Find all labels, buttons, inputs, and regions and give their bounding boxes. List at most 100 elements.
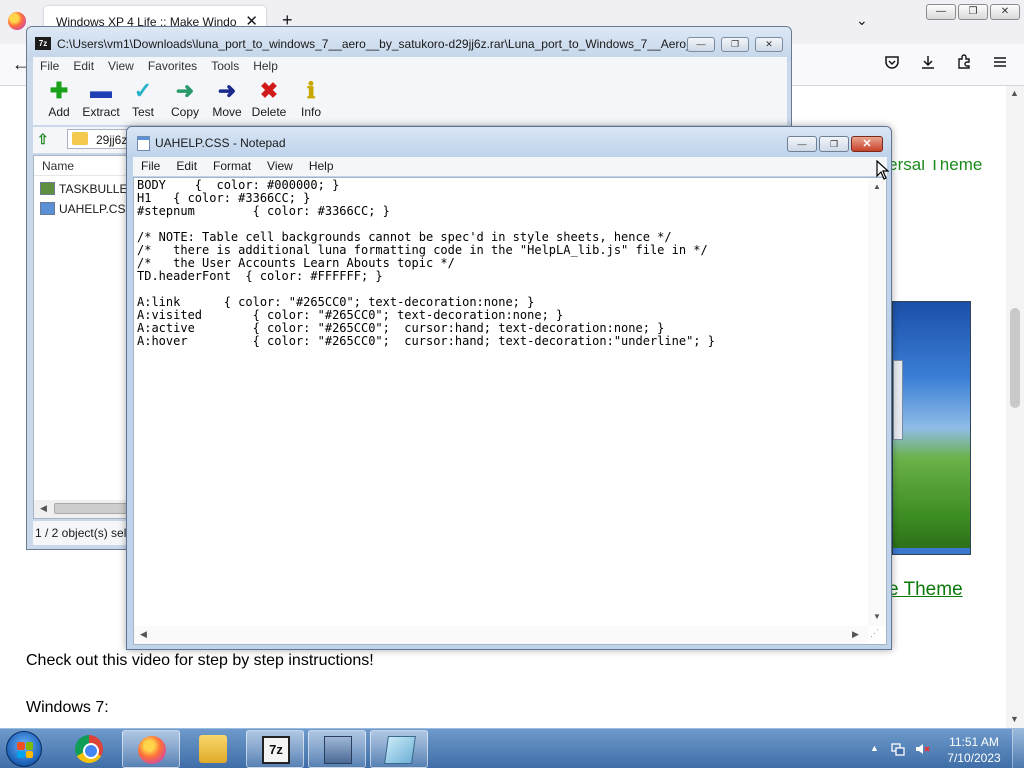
info-label: Info bbox=[300, 105, 321, 119]
info-icon: ℹ bbox=[306, 78, 316, 103]
clock-time: 11:51 AM bbox=[949, 735, 999, 749]
page-scroll-thumb[interactable] bbox=[1010, 308, 1020, 408]
resize-grip-icon[interactable]: ⋰ bbox=[870, 628, 884, 642]
firefox-icon bbox=[8, 12, 26, 30]
7zip-menu-help[interactable]: Help bbox=[246, 57, 285, 75]
notepad-menu-help[interactable]: Help bbox=[301, 157, 342, 176]
copy-label: Copy bbox=[170, 105, 199, 119]
browser-window-controls: — ❐ ✕ bbox=[926, 4, 1020, 20]
move-button[interactable]: ➜ Move bbox=[205, 78, 249, 120]
css-file-icon bbox=[40, 202, 55, 215]
7zip-maximize-button[interactable]: ❐ bbox=[721, 37, 749, 52]
notepad-menu-view[interactable]: View bbox=[259, 157, 301, 176]
notepad-maximize-button[interactable]: ❐ bbox=[819, 136, 849, 152]
notepad-title: UAHELP.CSS - Notepad bbox=[155, 136, 286, 150]
notepad-text-area[interactable]: BODY { color: #000000; } H1 { color: #33… bbox=[133, 177, 887, 645]
notepad-menu-format[interactable]: Format bbox=[205, 157, 259, 176]
browser-close-button[interactable]: ✕ bbox=[990, 4, 1020, 20]
taskbar-notepad-button[interactable] bbox=[370, 730, 428, 768]
column-name-header[interactable]: Name bbox=[42, 159, 74, 173]
extract-button[interactable]: ▬ Extract bbox=[79, 78, 123, 120]
network-icon[interactable] bbox=[890, 741, 906, 757]
windows-logo-icon bbox=[17, 742, 33, 758]
7zip-titlebar[interactable]: 7z C:\Users\vm1\Downloads\luna_port_to_w… bbox=[27, 27, 791, 61]
show-desktop-button[interactable] bbox=[1012, 729, 1024, 768]
scroll-up-icon[interactable]: ▲ bbox=[873, 182, 881, 191]
notepad-horizontal-scrollbar[interactable]: ◀ ▶ bbox=[134, 626, 868, 644]
notepad-minimize-button[interactable]: — bbox=[787, 136, 817, 152]
page-scrollbar[interactable]: ▲ ▼ bbox=[1006, 86, 1024, 728]
test-icon: ✓ bbox=[133, 78, 153, 103]
scroll-left-icon[interactable]: ◀ bbox=[140, 629, 147, 640]
7zip-close-button[interactable]: ✕ bbox=[755, 37, 783, 52]
image-file-icon bbox=[40, 182, 55, 195]
7zip-title: C:\Users\vm1\Downloads\luna_port_to_wind… bbox=[57, 37, 710, 51]
video-instructions-text: Check out this video for step by step in… bbox=[26, 652, 374, 669]
start-button[interactable] bbox=[6, 731, 42, 767]
system-clock[interactable]: 11:51 AM 7/10/2023 bbox=[944, 734, 1004, 766]
extract-icon: ▬ bbox=[90, 78, 112, 103]
extensions-icon[interactable] bbox=[956, 54, 972, 75]
volume-muted-icon[interactable] bbox=[914, 741, 930, 757]
windows7-heading: Windows 7: bbox=[26, 699, 109, 716]
notepad-close-button[interactable]: ✕ bbox=[851, 136, 883, 152]
theme-screenshot-image bbox=[892, 301, 971, 555]
notepad-vertical-scrollbar[interactable]: ▲ ▼ bbox=[868, 178, 886, 626]
test-label: Test bbox=[131, 105, 154, 119]
mouse-cursor-icon bbox=[876, 159, 890, 183]
chrome-icon bbox=[75, 735, 103, 763]
notepad-menu-edit[interactable]: Edit bbox=[168, 157, 205, 176]
browser-restore-button[interactable]: ❐ bbox=[958, 4, 988, 20]
7zip-menu-favorites[interactable]: Favorites bbox=[141, 57, 204, 75]
scroll-down-icon[interactable]: ▼ bbox=[873, 612, 881, 621]
image-window bbox=[893, 360, 903, 440]
delete-label: Delete bbox=[251, 105, 287, 119]
taskbar-chrome-button[interactable] bbox=[60, 730, 118, 768]
taskbar-7zip-button[interactable]: 7z bbox=[246, 730, 304, 768]
taskbar-firefox-button[interactable] bbox=[122, 730, 180, 768]
pocket-icon[interactable] bbox=[884, 54, 900, 75]
7zip-menu-edit[interactable]: Edit bbox=[66, 57, 101, 75]
folder-up-icon[interactable]: ⇧ bbox=[37, 131, 55, 149]
file-explorer-icon bbox=[199, 735, 227, 763]
notepad-menubar: File Edit Format View Help bbox=[133, 157, 887, 176]
notepad-app-icon bbox=[137, 136, 150, 151]
taskbar-setup-button[interactable] bbox=[308, 730, 366, 768]
info-button[interactable]: ℹ Info bbox=[289, 78, 333, 120]
scroll-up-icon[interactable]: ▲ bbox=[1010, 88, 1019, 98]
7zip-status-text: 1 / 2 object(s) sel bbox=[35, 526, 127, 540]
menu-icon[interactable] bbox=[992, 54, 1008, 75]
7zip-menu-file[interactable]: File bbox=[33, 57, 66, 75]
scroll-right-icon[interactable]: ▶ bbox=[852, 629, 859, 640]
add-icon: ✚ bbox=[49, 78, 69, 103]
7zip-toolbar: ✚ Add ▬ Extract ✓ Test ➜ Copy ➜ Move ✖ D… bbox=[33, 75, 787, 125]
add-button[interactable]: ✚ Add bbox=[37, 78, 81, 120]
7zip-icon: 7z bbox=[262, 736, 290, 764]
browser-minimize-button[interactable]: — bbox=[926, 4, 956, 20]
notepad-menu-file[interactable]: File bbox=[133, 157, 168, 176]
move-icon: ➜ bbox=[217, 78, 237, 103]
file-name: TASKBULLET bbox=[59, 182, 135, 196]
copy-button[interactable]: ➜ Copy bbox=[163, 78, 207, 120]
image-taskbar bbox=[893, 548, 970, 554]
7zip-menu-tools[interactable]: Tools bbox=[204, 57, 246, 75]
notepad-titlebar[interactable]: UAHELP.CSS - Notepad — ❐ ✕ bbox=[127, 127, 891, 159]
taskbar-explorer-button[interactable] bbox=[184, 730, 242, 768]
7zip-menu-view[interactable]: View bbox=[101, 57, 141, 75]
download-icon[interactable] bbox=[920, 54, 936, 75]
scroll-left-icon[interactable]: ◀ bbox=[40, 503, 47, 514]
scroll-down-icon[interactable]: ▼ bbox=[1010, 714, 1019, 724]
setup-icon bbox=[324, 736, 352, 764]
7zip-minimize-button[interactable]: — bbox=[687, 37, 715, 52]
test-button[interactable]: ✓ Test bbox=[121, 78, 165, 120]
notepad-content[interactable]: BODY { color: #000000; } H1 { color: #33… bbox=[137, 179, 715, 348]
delete-icon: ✖ bbox=[259, 78, 279, 103]
show-hidden-icons-icon[interactable]: ▲ bbox=[870, 743, 879, 753]
copy-icon: ➜ bbox=[175, 78, 195, 103]
extract-label: Extract bbox=[82, 105, 120, 119]
move-label: Move bbox=[212, 105, 242, 119]
delete-button[interactable]: ✖ Delete bbox=[247, 78, 291, 120]
theme-link[interactable]: e Theme bbox=[888, 579, 963, 601]
list-tabs-icon[interactable]: ⌄ bbox=[856, 12, 868, 29]
notepad-window: UAHELP.CSS - Notepad — ❐ ✕ File Edit For… bbox=[126, 126, 892, 650]
